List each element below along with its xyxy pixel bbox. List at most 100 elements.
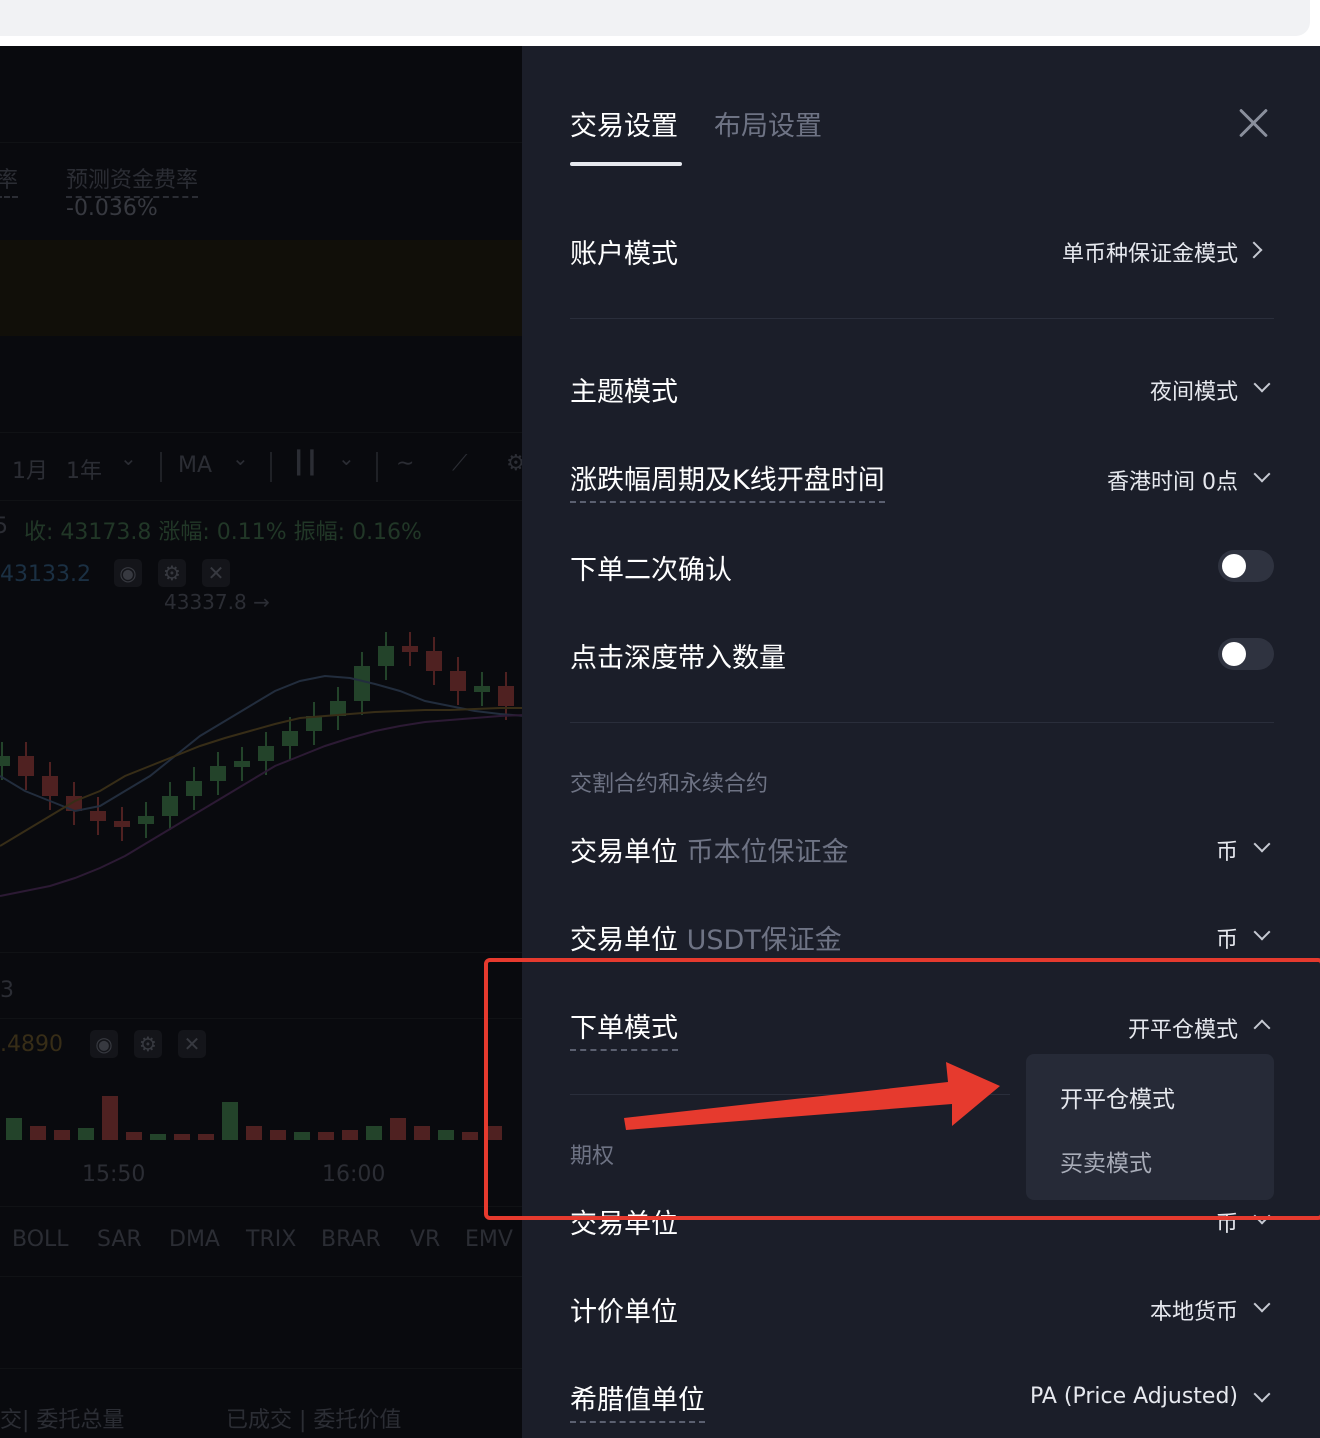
close-icon[interactable]: ✕	[202, 559, 230, 587]
indicator-trix[interactable]: TRIX	[246, 1227, 296, 1252]
candle-body	[90, 811, 106, 821]
volume-bar	[126, 1132, 142, 1140]
order-mode-value: 开平仓模式	[1127, 1018, 1238, 1043]
chevron-down-icon	[1253, 1385, 1271, 1403]
tab-trade-settings[interactable]: 交易设置	[570, 104, 678, 143]
greeks-unit-value: PA (Price Adjusted)	[1029, 1384, 1238, 1409]
order-confirm-label: 下单二次确认	[570, 555, 732, 586]
volume-bar	[78, 1128, 94, 1140]
volume-ma-value: .4890	[0, 1032, 63, 1057]
time-label: 16:00	[322, 1162, 386, 1187]
ohlc-readout: 收: 43173.8 涨幅: 0.11% 振幅: 0.16%	[24, 520, 422, 545]
chevron-down-icon	[1253, 1295, 1271, 1313]
candle-body	[18, 756, 34, 776]
dropdown-option-buy-sell[interactable]: 买卖模式	[1060, 1144, 1152, 1178]
candle-body	[42, 776, 58, 796]
ma-indicator-button[interactable]: MA	[178, 453, 212, 478]
volume-bar	[102, 1096, 118, 1140]
candle-body	[402, 646, 418, 652]
options-trade-unit-label: 交易单位	[570, 1209, 678, 1240]
toggle-knob	[1222, 554, 1246, 578]
gear-icon[interactable]: ⚙	[506, 451, 522, 476]
coin-margined-subtitle: 币本位保证金	[686, 837, 849, 868]
volume-bar	[294, 1132, 310, 1140]
chart-divider	[0, 142, 522, 143]
candle-body	[258, 746, 274, 761]
trade-unit-usdt-value: 币	[1215, 928, 1238, 953]
volume-bar	[342, 1130, 358, 1140]
volume-bar	[318, 1132, 334, 1140]
candle-body	[0, 756, 10, 766]
indicator-boll[interactable]: BOLL	[12, 1227, 69, 1252]
indicator-vr[interactable]: VR	[410, 1227, 440, 1252]
chevron-down-icon[interactable]: ⌄	[120, 446, 137, 470]
candle-body	[282, 731, 298, 746]
period-kline-value: 香港时间 0点	[1107, 470, 1238, 495]
indicator-sar[interactable]: SAR	[97, 1227, 142, 1252]
chevron-down-icon	[1253, 923, 1271, 941]
moving-average-line	[0, 707, 522, 847]
candle-body	[114, 821, 130, 827]
chart-divider	[0, 1206, 522, 1207]
candle-body	[378, 646, 394, 666]
period-1m[interactable]: 1月	[12, 453, 48, 485]
gear-icon[interactable]: ⚙	[158, 559, 186, 587]
predicted-funding-rate-value: -0.036%	[66, 196, 158, 221]
trade-unit-usdt-label: 交易单位 USDT保证金	[570, 918, 842, 957]
candle-body	[354, 666, 370, 701]
browser-address-field[interactable]	[0, 0, 1310, 36]
ruler-icon[interactable]: ⟋	[452, 451, 467, 476]
volume-bar	[414, 1126, 430, 1140]
options-trade-unit-value: 币	[1215, 1212, 1238, 1237]
chevron-down-icon	[1253, 465, 1271, 483]
indicator-emv[interactable]: EMV	[465, 1227, 513, 1252]
settings-panel: 交易设置 布局设置 账户模式 单币种保证金模式 主题模式 夜间模式 涨跌幅周期及…	[522, 46, 1320, 1438]
candlestick-chart	[0, 632, 522, 897]
eye-icon[interactable]: ◉	[90, 1030, 118, 1058]
trade-unit-coin-label: 交易单位 币本位保证金	[570, 830, 849, 869]
chevron-down-icon[interactable]: ⌄	[232, 446, 249, 470]
chevron-right-icon	[1245, 241, 1263, 259]
browser-top-strip	[0, 0, 1320, 46]
account-mode-value: 单币种保证金模式	[1061, 242, 1238, 267]
candle-body	[162, 796, 178, 816]
order-confirm-toggle[interactable]	[1218, 550, 1274, 582]
section-options-title: 期权	[570, 1144, 615, 1169]
line-tool-icon[interactable]: ∼	[396, 451, 414, 476]
notice-banner	[0, 240, 522, 336]
volume-partial-value: 3	[0, 978, 14, 1003]
volume-bar	[222, 1102, 238, 1140]
candle-type-icon[interactable]: ┃┃	[292, 451, 319, 476]
tab-layout-settings[interactable]: 布局设置	[714, 104, 822, 143]
trade-unit-text: 交易单位	[570, 837, 678, 868]
volume-bar	[270, 1130, 286, 1140]
depth-qty-toggle[interactable]	[1218, 638, 1274, 670]
indicator-dma[interactable]: DMA	[169, 1227, 220, 1252]
ohlc-prefix: 5	[0, 514, 8, 539]
account-mode-label: 账户模式	[570, 239, 678, 270]
depth-qty-label: 点击深度带入数量	[570, 643, 786, 674]
close-icon[interactable]	[1236, 106, 1270, 140]
chevron-down-icon[interactable]: ⌄	[338, 446, 355, 470]
volume-bar	[246, 1126, 262, 1140]
dropdown-option-open-close[interactable]: 开平仓模式	[1060, 1080, 1175, 1114]
candle-body	[138, 816, 154, 824]
order-mode-dropdown: 开平仓模式 买卖模式	[1026, 1054, 1274, 1200]
chart-divider	[0, 1018, 522, 1019]
gear-icon[interactable]: ⚙	[134, 1030, 162, 1058]
moving-average-line	[0, 674, 522, 813]
volume-bar	[486, 1126, 502, 1140]
chart-divider	[0, 1368, 522, 1369]
period-1y[interactable]: 1年	[66, 453, 102, 485]
close-icon[interactable]: ✕	[178, 1030, 206, 1058]
divider	[570, 722, 1274, 723]
volume-bar	[174, 1134, 190, 1140]
chevron-up-icon	[1253, 1019, 1271, 1037]
funding-rate-partial-label: 率	[0, 162, 19, 198]
pricing-unit-value: 本地货币	[1149, 1300, 1238, 1325]
candle-body	[234, 761, 250, 767]
volume-bar	[150, 1134, 166, 1140]
volume-bar	[6, 1118, 22, 1140]
indicator-brar[interactable]: BRAR	[321, 1227, 381, 1252]
eye-icon[interactable]: ◉	[114, 559, 142, 587]
